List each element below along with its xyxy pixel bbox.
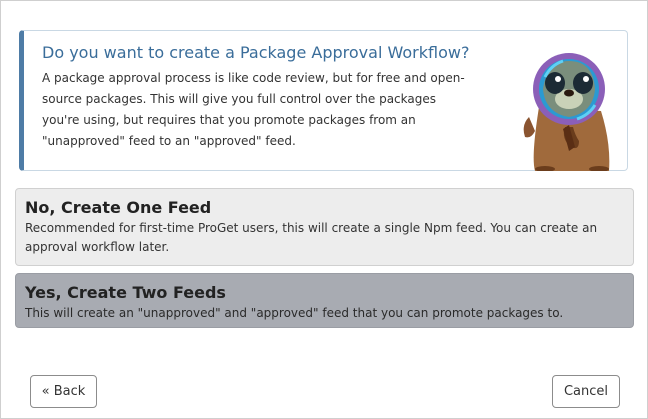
option-title: No, Create One Feed xyxy=(25,198,212,217)
info-body: A package approval process is like code … xyxy=(42,71,465,148)
cancel-button[interactable]: Cancel xyxy=(552,375,620,408)
option-create-two-feeds[interactable]: Yes, Create Two Feeds This will create a… xyxy=(15,273,634,328)
option-title: Yes, Create Two Feeds xyxy=(25,283,226,302)
back-button[interactable]: « Back xyxy=(30,375,97,408)
approval-info-box: Do you want to create a Package Approval… xyxy=(19,30,628,171)
option-description: Recommended for first-time ProGet users,… xyxy=(25,221,598,254)
dialog-frame: Do you want to create a Package Approval… xyxy=(0,0,648,419)
option-description: This will create an "unapproved" and "ap… xyxy=(25,306,564,320)
groundhog-magnifier-icon xyxy=(523,53,610,171)
option-create-one-feed[interactable]: No, Create One Feed Recommended for firs… xyxy=(15,188,634,266)
info-title: Do you want to create a Package Approval… xyxy=(42,43,470,62)
